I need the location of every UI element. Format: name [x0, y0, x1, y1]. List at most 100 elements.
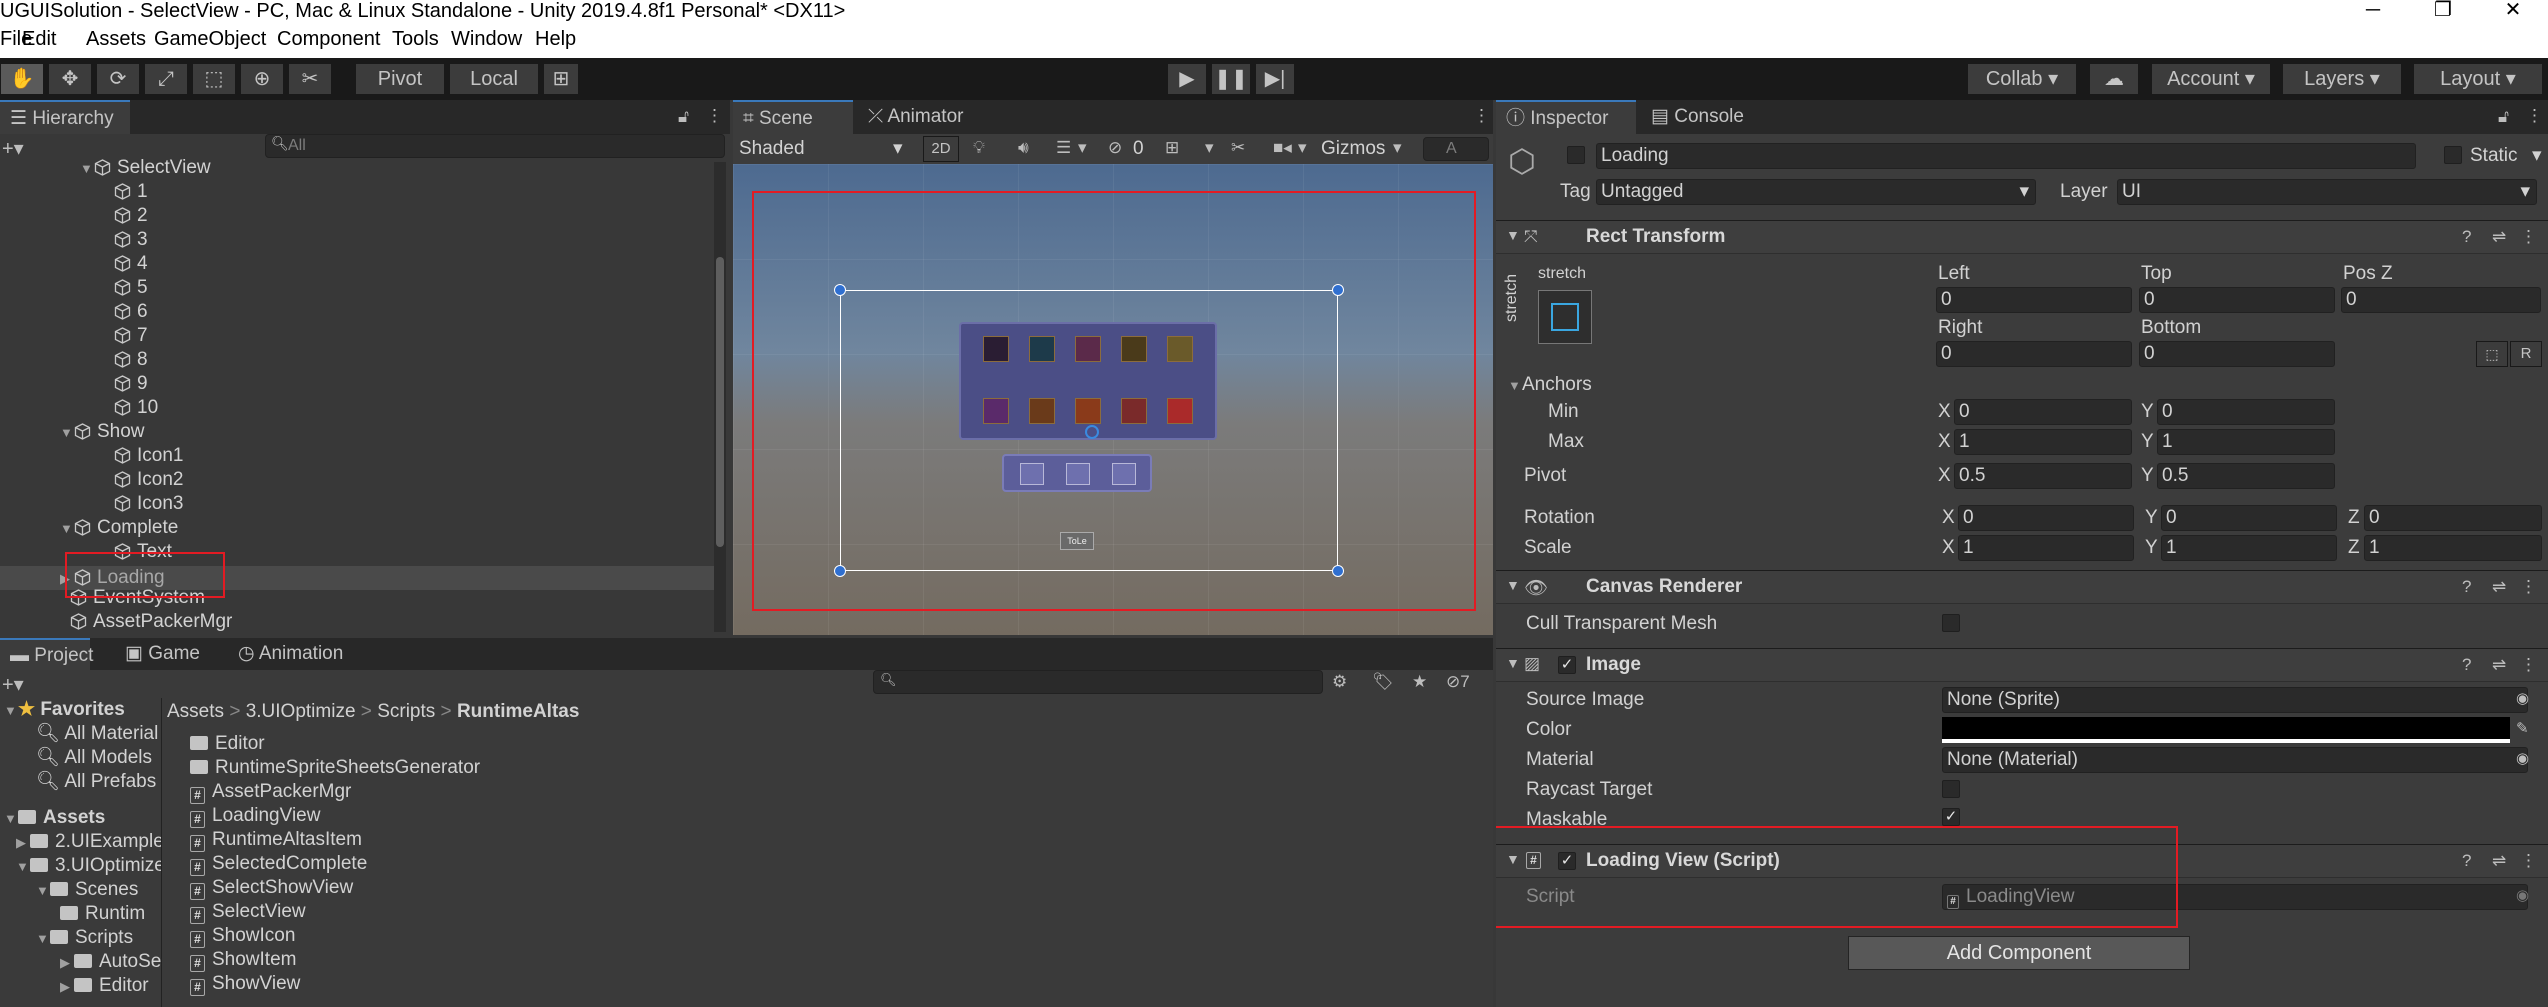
tab-animator[interactable]: ⤫ Animator — [858, 100, 988, 134]
help-icon[interactable]: ? — [2462, 227, 2471, 247]
local-toggle[interactable]: Local — [449, 63, 539, 95]
lighting-icon[interactable]: 💡︎ — [973, 138, 985, 158]
add-component-button[interactable]: Add Component — [1848, 936, 2190, 970]
project-create-icon[interactable]: +▾ — [2, 672, 24, 697]
eyedropper-icon[interactable]: ✎ — [2516, 719, 2529, 737]
menu-component[interactable]: Component — [277, 28, 380, 51]
hierarchy-item[interactable]: 6 — [100, 300, 148, 324]
rotation-z-input[interactable]: 0 — [2364, 505, 2542, 531]
hierarchy-item[interactable]: 10 — [100, 396, 158, 420]
hierarchy-scroll-thumb[interactable] — [716, 257, 724, 547]
hierarchy-item[interactable]: Icon3 — [100, 492, 183, 516]
breadcrumb-item[interactable]: Scripts — [377, 701, 435, 722]
component-menu-icon[interactable]: ⋮ — [2520, 577, 2537, 597]
breadcrumb-current[interactable]: RuntimeAltas — [457, 701, 579, 722]
account-dropdown[interactable]: Account ▾ — [2151, 63, 2271, 95]
hierarchy-scrollbar[interactable] — [714, 162, 726, 632]
static-caret-icon[interactable]: ▾ — [2532, 144, 2542, 168]
help-icon[interactable]: ? — [2462, 851, 2471, 871]
effects-icon[interactable]: ☰ — [1056, 138, 1071, 158]
image-enabled-checkbox[interactable]: ✓ — [1558, 656, 1576, 674]
effects-caret-icon[interactable]: ▾ — [1078, 138, 1087, 158]
hierarchy-item[interactable]: 9 — [100, 372, 148, 396]
asset-folder[interactable]: ▶ 2.UIExample — [16, 830, 161, 854]
static-checkbox[interactable] — [2444, 146, 2462, 164]
rect-transform-header[interactable]: ▼ ⤧ Rect Transform ? ⇌ ⋮ — [1496, 220, 2548, 254]
play-icon[interactable]: ▶ — [1167, 63, 1207, 95]
menu-help[interactable]: Help — [535, 28, 576, 51]
foldout-icon[interactable]: ▼ — [80, 157, 94, 181]
color-swatch[interactable] — [1942, 717, 2510, 743]
hierarchy-item[interactable]: 8 — [100, 348, 148, 372]
presets-icon[interactable]: ⇌ — [2492, 851, 2506, 871]
menu-assets[interactable]: Assets — [86, 28, 146, 51]
hierarchy-item[interactable]: 3 — [100, 228, 148, 252]
right-input[interactable]: 0 — [1936, 341, 2132, 367]
gizmo-handle-tl[interactable] — [834, 284, 846, 296]
pause-icon[interactable]: ❚❚ — [1211, 63, 1251, 95]
kebab-menu-icon[interactable]: ⋮ — [706, 106, 723, 126]
max-x-input[interactable]: 1 — [1954, 429, 2132, 455]
script-item[interactable]: # LoadingView — [190, 804, 320, 828]
tag-dropdown[interactable]: Untagged ▾ — [1596, 179, 2036, 205]
gizmo-handle-br[interactable] — [1332, 565, 1344, 577]
component-menu-icon[interactable]: ⋮ — [2520, 851, 2537, 871]
favorite-item[interactable]: 🔍︎ All Models — [36, 746, 152, 770]
hierarchy-item[interactable]: 5 — [100, 276, 148, 300]
rect-tool-icon[interactable]: ⬚ — [192, 63, 236, 95]
asset-folder[interactable]: ▼ Scenes — [36, 878, 138, 902]
cloud-icon[interactable]: ☁ — [2089, 63, 2139, 95]
tab-game[interactable]: ▣ Game — [115, 638, 210, 670]
grid-caret-icon[interactable]: ▾ — [1205, 138, 1214, 158]
project-hidden-icon[interactable]: ⊘7 — [1446, 672, 1470, 692]
layer-dropdown[interactable]: UI ▾ — [2117, 179, 2537, 205]
hand-tool-icon[interactable]: ✋ — [0, 63, 44, 95]
asset-folder[interactable]: Runtim — [60, 902, 145, 926]
presets-icon[interactable]: ⇌ — [2492, 655, 2506, 675]
create-plus-icon[interactable]: +▾ — [2, 136, 24, 161]
menu-window[interactable]: Window — [451, 28, 522, 51]
mode-2d-toggle[interactable]: 2D — [923, 136, 959, 162]
tab-console[interactable]: ▤ Console — [1641, 100, 1771, 134]
hierarchy-item[interactable]: 4 — [100, 252, 148, 276]
assets-header[interactable]: ▼ Assets — [4, 806, 105, 830]
transform-tool-icon[interactable]: ⊕ — [240, 63, 284, 95]
hierarchy-item[interactable]: 1 — [100, 180, 148, 204]
anchors-foldout-icon[interactable]: ▼ — [1508, 374, 1522, 398]
audio-icon[interactable]: 🔊︎ — [1018, 138, 1029, 158]
script-item[interactable]: # SelectView — [190, 900, 306, 924]
project-search-input[interactable] — [873, 670, 1323, 694]
gizmo-handle-tr[interactable] — [1332, 284, 1344, 296]
presets-icon[interactable]: ⇌ — [2492, 227, 2506, 247]
breadcrumb-item[interactable]: Assets — [167, 701, 224, 722]
step-icon[interactable]: ▶| — [1255, 63, 1295, 95]
object-name-input[interactable]: Loading — [1596, 143, 2416, 169]
shading-mode-dropdown[interactable]: Shaded — [739, 137, 805, 161]
camera-caret-icon[interactable]: ▾ — [1298, 138, 1307, 158]
breadcrumb-item[interactable]: 3.UIOptimize — [246, 701, 356, 722]
rotation-y-input[interactable]: 0 — [2161, 505, 2337, 531]
bottom-input[interactable]: 0 — [2139, 341, 2335, 367]
pivot-y-input[interactable]: 0.5 — [2157, 463, 2335, 489]
pivot-toggle[interactable]: Pivot — [355, 63, 445, 95]
top-input[interactable]: 0 — [2139, 287, 2335, 313]
pivot-x-input[interactable]: 0.5 — [1954, 463, 2132, 489]
min-y-input[interactable]: 0 — [2157, 399, 2335, 425]
maskable-checkbox[interactable]: ✓ — [1942, 808, 1960, 826]
max-y-input[interactable]: 1 — [2157, 429, 2335, 455]
custom-tool-icon[interactable]: ✂ — [288, 63, 332, 95]
scale-y-input[interactable]: 1 — [2161, 535, 2337, 561]
presets-icon[interactable]: ⇌ — [2492, 577, 2506, 597]
tab-hierarchy[interactable]: ☰ Hierarchy — [0, 100, 130, 134]
favorites-header[interactable]: ▼★ Favorites — [4, 698, 125, 722]
object-picker-icon[interactable]: ◉ — [2516, 689, 2529, 707]
inspector-kebab-icon[interactable]: ⋮ — [2526, 106, 2543, 126]
search-by-type-icon[interactable]: ⚙ — [1332, 672, 1347, 692]
rotate-tool-icon[interactable]: ⟳ — [96, 63, 140, 95]
anchor-preset-button[interactable] — [1538, 290, 1592, 344]
menu-gameobject[interactable]: GameObject — [154, 28, 266, 51]
component-menu-icon[interactable]: ⋮ — [2520, 655, 2537, 675]
foldout-icon[interactable]: ▼ — [1506, 655, 1520, 671]
tab-inspector[interactable]: ⓘ Inspector — [1496, 100, 1636, 134]
source-image-field[interactable]: None (Sprite) — [1942, 687, 2528, 713]
